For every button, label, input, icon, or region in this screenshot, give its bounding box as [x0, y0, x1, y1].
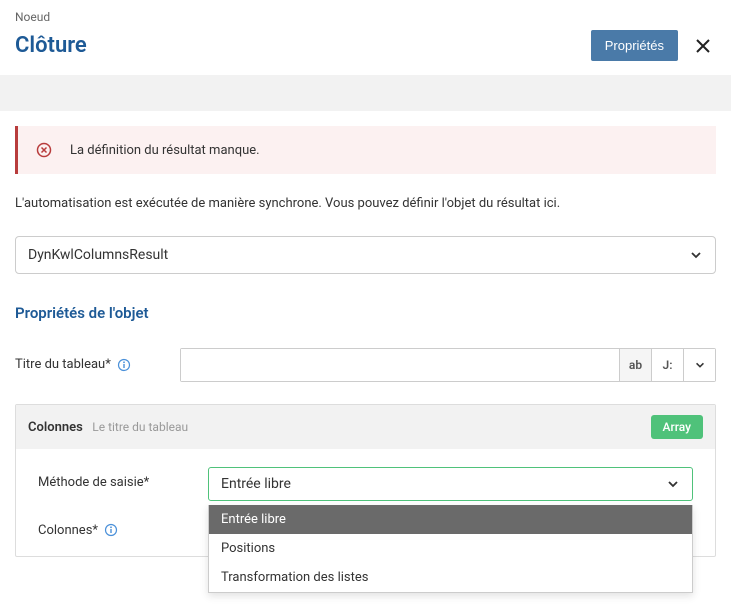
error-icon [36, 142, 52, 158]
ab-mode-button[interactable]: ab [619, 349, 651, 381]
chevron-down-icon [666, 477, 680, 491]
input-method-value: Entrée libre [221, 476, 291, 492]
description-text: L'automatisation est exécutée de manière… [15, 194, 716, 214]
error-message: La définition du résultat manque. [70, 143, 260, 158]
columns-label: Colonnes* [38, 515, 208, 538]
columns-panel: Colonnes Le titre du tableau Array Métho… [15, 404, 716, 557]
info-icon[interactable] [104, 523, 118, 537]
chevron-down-icon [689, 248, 703, 262]
panel-subtitle: Le titre du tableau [92, 420, 188, 434]
properties-button[interactable]: Propriétés [591, 30, 678, 61]
input-method-label: Méthode de saisie* [38, 467, 208, 490]
panel-title: Colonnes [28, 420, 83, 435]
dropdown-option[interactable]: Positions [209, 534, 692, 563]
table-title-input[interactable] [181, 349, 619, 381]
breadcrumb: Noeud [15, 10, 716, 24]
result-type-value: DynKwlColumnsResult [28, 247, 168, 263]
section-title: Propriétés de l'objet [15, 304, 716, 322]
chevron-down-icon[interactable] [683, 349, 715, 381]
array-badge: Array [651, 415, 704, 439]
input-method-dropdown: Entrée libre Positions Transformation de… [208, 505, 693, 593]
result-type-select[interactable]: DynKwlColumnsResult [15, 236, 716, 274]
info-icon[interactable] [117, 358, 131, 372]
input-method-select[interactable]: Entrée libre [208, 467, 693, 501]
dropdown-option[interactable]: Transformation des listes [209, 563, 692, 592]
j-mode-button[interactable]: J: [651, 349, 683, 381]
toolbar-band [0, 75, 731, 111]
close-icon[interactable] [690, 35, 716, 57]
error-alert: La définition du résultat manque. [15, 126, 716, 174]
page-title: Clôture [15, 33, 87, 58]
table-title-label: Titre du tableau* [15, 357, 180, 372]
dropdown-option[interactable]: Entrée libre [209, 505, 692, 534]
